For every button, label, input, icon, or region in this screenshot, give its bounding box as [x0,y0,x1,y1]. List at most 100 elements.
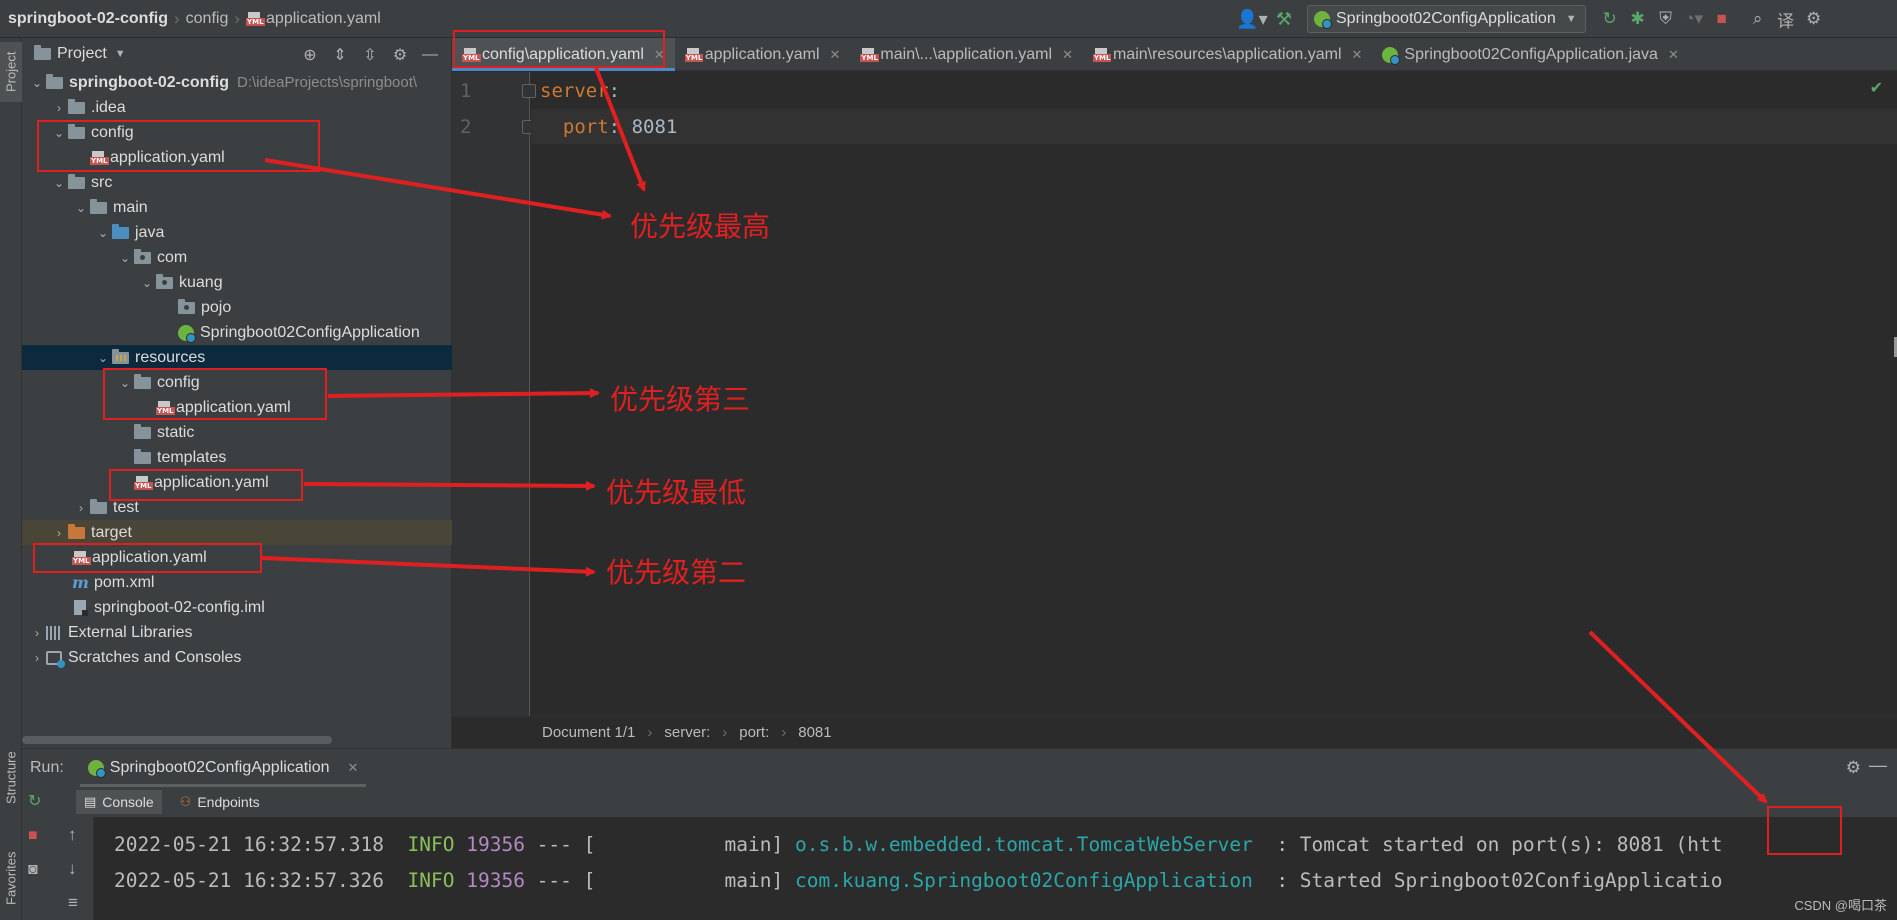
annotation-lowest-priority: 优先级最低 [606,476,747,509]
gear-icon[interactable]: ⚙ [385,42,415,68]
breadcrumb-project[interactable]: springboot-02-config [8,10,168,28]
breadcrumb-folder[interactable]: config [186,10,229,28]
yaml-value: 8081 [631,116,678,138]
arrow-up-icon[interactable]: ↑ [68,825,77,845]
close-icon[interactable]: ✕ [830,47,841,63]
breadcrumb-file[interactable]: application.yaml [266,10,381,28]
tree-item[interactable]: ⌄ resources [22,345,452,370]
project-panel-title[interactable]: Project [57,45,107,63]
chevron-right-icon[interactable]: › [28,651,46,665]
debug-icon[interactable]: ✱ [1624,5,1652,33]
log-class-link[interactable]: com.kuang.Springboot02ConfigApplication [795,869,1253,892]
translate-icon[interactable]: 译 [1772,5,1800,33]
chevron-down-icon[interactable]: ⌄ [28,76,46,90]
tree-item[interactable]: springboot-02-config.iml [22,595,452,620]
tree-item[interactable]: › External Libraries [22,620,452,645]
expand-all-icon[interactable]: ⇕ [325,42,355,68]
log-timestamp: 2022-05-21 16:32:57.326 [114,869,385,892]
coverage-icon[interactable]: ⛨ [1652,5,1680,33]
run-actions-toolbar: ↻ ■ ◙ [22,787,58,920]
chevron-down-icon[interactable]: ▼ [115,48,126,60]
breadcrumb-server[interactable]: server: [664,724,710,741]
tab-console[interactable]: ▤ Console [76,790,162,814]
minimize-icon[interactable]: — [415,42,445,68]
tree-item[interactable]: static [22,420,452,445]
tree-item[interactable]: Springboot02ConfigApplication [22,320,452,345]
run-config-tab[interactable]: Springboot02ConfigApplication ✕ [79,749,367,787]
tree-item[interactable]: › .idea [22,95,452,120]
close-icon[interactable]: ✕ [1352,47,1363,63]
chevron-down-icon[interactable]: ⌄ [94,226,112,240]
user-icon[interactable]: 👤▾ [1235,5,1269,33]
tab-endpoints[interactable]: ⚇ Endpoints [180,794,260,810]
arrow-down-icon[interactable]: ↓ [68,859,77,879]
tree-item[interactable]: › target [22,520,452,545]
gear-icon[interactable]: ⚙ [1846,758,1861,778]
soft-wrap-icon[interactable]: ≡ [68,893,78,913]
tab-main-resources-application-yaml[interactable]: main\resources\application.yaml ✕ [1083,38,1372,71]
chevron-right-icon[interactable]: › [50,526,68,540]
rerun-icon[interactable]: ↻ [1596,5,1624,33]
tree-item[interactable]: ⌄ springboot-02-config D:\ideaProjects\spr… [22,70,452,95]
chevron-down-icon[interactable]: ⌄ [116,251,134,265]
libraries-icon [46,625,62,640]
breadcrumb-document[interactable]: Document 1/1 [542,724,635,741]
stop-icon[interactable]: ■ [28,827,38,845]
log-class-link[interactable]: o.s.b.w.embedded.tomcat.TomcatWebServer [795,833,1253,856]
camera-icon[interactable]: ◙ [28,861,38,879]
chevron-right-icon[interactable]: › [72,501,90,515]
fold-marker-icon[interactable] [522,84,536,98]
tree-item[interactable]: ⌄ com [22,245,452,270]
tree-item[interactable]: pojo [22,295,452,320]
breadcrumb-value[interactable]: 8081 [798,724,831,741]
watermark: CSDN @喝口茶 [1794,898,1887,913]
stop-icon[interactable]: ■ [1708,5,1736,33]
tree-item[interactable]: ⌄ src [22,170,452,195]
favorites-side-tab[interactable]: Favorites [0,838,22,918]
tab-application-yaml[interactable]: application.yaml ✕ [675,38,851,71]
left-tool-stripe: Project Structure Favorites [0,38,22,920]
build-hammer-icon[interactable]: ⚒ [1269,5,1299,33]
tab-main-application-yaml[interactable]: main\...\application.yaml ✕ [850,38,1083,71]
tree-item[interactable]: ⌄ kuang [22,270,452,295]
console-log-line: 2022-05-21 16:32:57.318 INFO 19356 --- [… [114,833,1722,856]
close-icon[interactable]: ✕ [1668,47,1679,63]
run-configuration-select[interactable]: Springboot02ConfigApplication ▼ [1307,5,1586,33]
tree-item[interactable]: › Scratches and Consoles [22,645,452,670]
minimize-icon[interactable]: — [1869,755,1887,776]
locate-icon[interactable]: ⊕ [295,42,325,68]
chevron-down-icon[interactable]: ⌄ [94,351,112,365]
inspection-ok-icon[interactable]: ✔ [1870,78,1883,98]
close-icon[interactable]: ✕ [348,760,359,776]
tree-item[interactable]: templates [22,445,452,470]
profile-icon[interactable]: ◔▾ [1680,5,1708,33]
chevron-right-icon[interactable]: › [28,626,46,640]
collapse-all-icon[interactable]: ⇳ [355,42,385,68]
chevron-right-icon[interactable]: › [50,101,68,115]
log-port: 8081 [1616,833,1664,856]
tree-item[interactable]: m pom.xml [22,570,452,595]
search-icon[interactable]: ⌕ [1744,5,1772,33]
tree-item[interactable]: ⌄ main [22,195,452,220]
subtab-label: Endpoints [197,794,260,810]
tree-item-label: templates [157,448,227,466]
rerun-icon[interactable]: ↻ [28,791,41,811]
tab-springboot-application-java[interactable]: Springboot02ConfigApplication.java ✕ [1372,38,1688,71]
line-number: 1 [460,80,472,102]
chevron-down-icon[interactable]: ⌄ [138,276,156,290]
close-icon[interactable]: ✕ [1062,47,1073,63]
project-side-tab[interactable]: Project [0,42,22,102]
annotation-box-active-tab [453,30,665,68]
chevron-down-icon[interactable]: ⌄ [50,176,68,190]
tab-label: main\resources\application.yaml [1112,45,1342,63]
yaml-colon: : [608,116,621,138]
horizontal-scrollbar[interactable] [22,736,332,744]
structure-side-tab[interactable]: Structure [0,738,22,818]
tree-item-label: .idea [91,98,126,116]
run-tab-label: Springboot02ConfigApplication [109,759,330,776]
settings-icon[interactable]: ⚙ [1800,5,1828,33]
tree-item[interactable]: ⌄ java [22,220,452,245]
log-timestamp: 2022-05-21 16:32:57.318 [114,833,385,856]
breadcrumb-port[interactable]: port: [739,724,769,741]
chevron-down-icon[interactable]: ⌄ [72,201,90,215]
